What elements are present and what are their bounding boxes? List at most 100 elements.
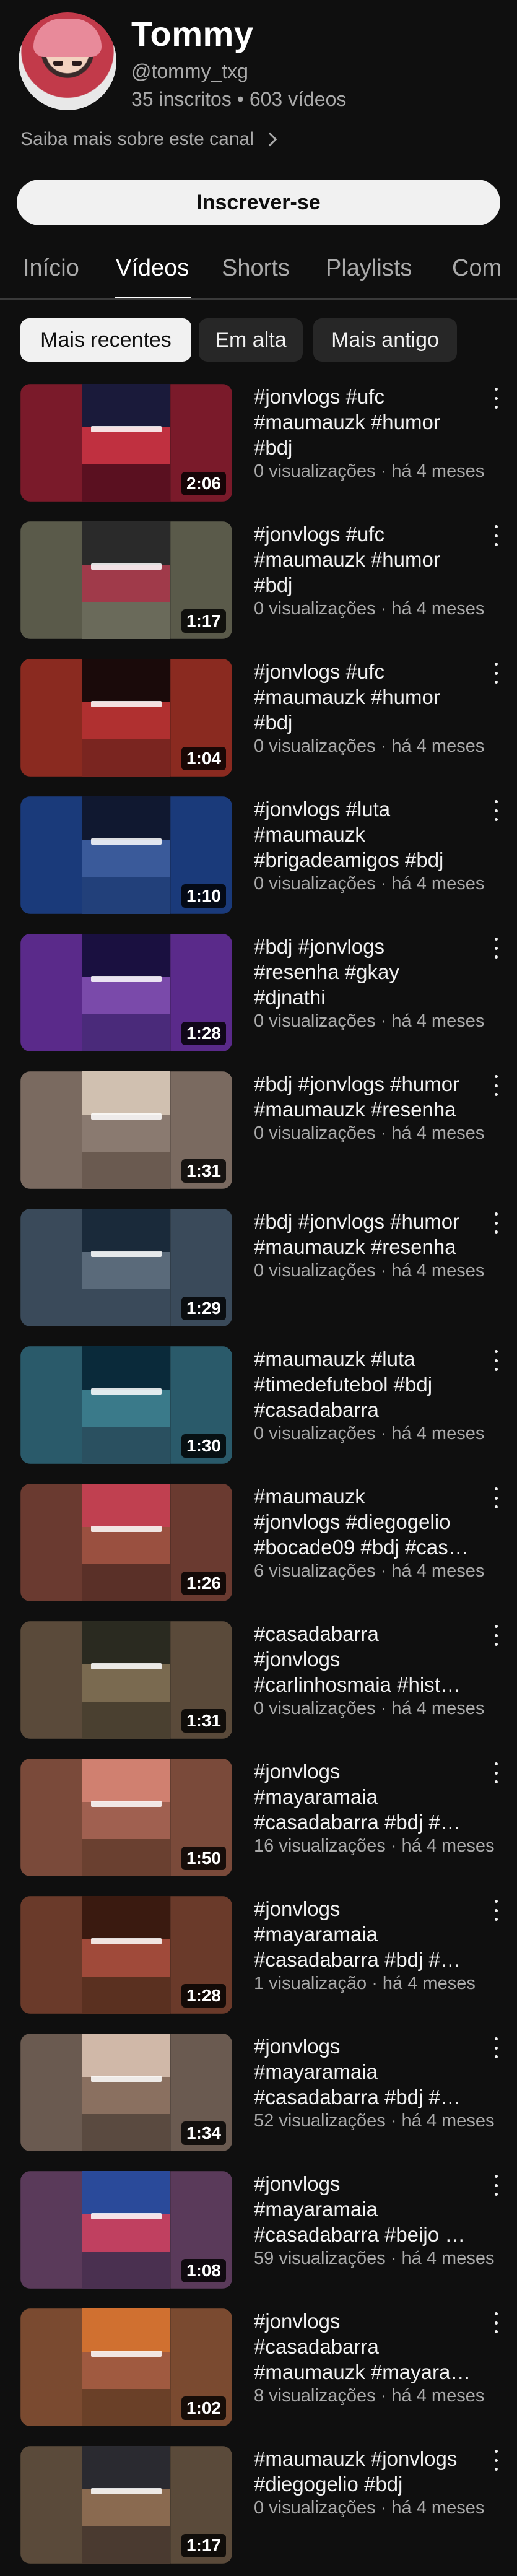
video-thumbnail[interactable]: 1:50	[20, 1759, 232, 1876]
video-meta: 52 visualizações · há 4 meses	[254, 2111, 495, 2131]
video-meta: 0 visualizações · há 4 meses	[254, 1261, 485, 1281]
video-title[interactable]: #bdj #jonvlogs #resenha #gkay #djnathi	[254, 934, 489, 1010]
video-thumbnail[interactable]: 1:28	[20, 934, 232, 1051]
video-duration: 1:28	[181, 1022, 226, 1045]
video-thumbnail[interactable]: 1:17	[20, 521, 232, 639]
video-thumbnail[interactable]: 1:31	[20, 1071, 232, 1189]
video-duration: 1:02	[181, 2396, 226, 2420]
video-title[interactable]: #bdj #jonvlogs #humor #maumauzk #resenha	[254, 1209, 489, 1260]
video-meta: 0 visualizações · há 4 meses	[254, 874, 485, 894]
video-item[interactable]: 1:30 #maumauzk #luta #timedefutebol #bdj …	[0, 1346, 517, 1464]
more-options-icon[interactable]	[493, 663, 499, 684]
more-options-icon[interactable]	[493, 388, 499, 409]
video-title[interactable]: #maumauzk #jonvlogs #diegogelio #bocade0…	[254, 1484, 489, 1560]
video-meta: 0 visualizações · há 4 meses	[254, 1011, 485, 1031]
video-item[interactable]: 1:08 #jonvlogs #mayaramaia #casadabarra #…	[0, 2171, 517, 2289]
about-channel-link[interactable]: Saiba mais sobre este canal	[20, 129, 277, 150]
more-options-icon[interactable]	[493, 1625, 499, 1646]
video-title[interactable]: #jonvlogs #luta #maumauzk #brigadeamigos…	[254, 796, 489, 872]
video-item[interactable]: 1:34 #jonvlogs #mayaramaia #casadabarra #…	[0, 2034, 517, 2151]
chip-mais-recentes[interactable]: Mais recentes	[20, 318, 191, 362]
more-options-icon[interactable]	[493, 1350, 499, 1371]
video-duration: 1:50	[181, 1847, 226, 1870]
video-title[interactable]: #jonvlogs #mayaramaia #casadabarra #bdj …	[254, 1896, 489, 1972]
channel-header: Tommy @tommy_txg 35 inscritos • 603 víde…	[0, 0, 517, 180]
video-thumbnail[interactable]: 2:06	[20, 384, 232, 502]
video-duration: 1:29	[181, 1297, 226, 1320]
video-title[interactable]: #maumauzk #luta #timedefutebol #bdj #cas…	[254, 1346, 489, 1422]
video-item[interactable]: 1:31 #bdj #jonvlogs #humor #maumauzk #res…	[0, 1071, 517, 1189]
video-thumbnail[interactable]: 1:34	[20, 2034, 232, 2151]
video-thumbnail[interactable]: 1:17	[20, 2446, 232, 2564]
tab-videos[interactable]: Vídeos	[116, 255, 189, 282]
video-meta: 8 visualizações · há 4 meses	[254, 2386, 485, 2406]
video-item[interactable]: 1:31 #casadabarra #jonvlogs #carlinhosmai…	[0, 1621, 517, 1739]
video-duration: 1:31	[181, 1159, 226, 1183]
more-options-icon[interactable]	[493, 1075, 499, 1096]
video-item[interactable]: 1:28 #jonvlogs #mayaramaia #casadabarra #…	[0, 1896, 517, 2014]
chip-mais-antigo[interactable]: Mais antigo	[313, 318, 457, 362]
more-options-icon[interactable]	[493, 2175, 499, 2196]
subscribe-button[interactable]: Inscrever-se	[17, 180, 500, 225]
video-title[interactable]: #jonvlogs #casadabarra #maumauzk #mayara…	[254, 2308, 489, 2385]
video-title[interactable]: #casadabarra #jonvlogs #carlinhosmaia #h…	[254, 1621, 489, 1697]
video-duration: 1:08	[181, 2259, 226, 2282]
chip-em-alta[interactable]: Em alta	[199, 318, 303, 362]
more-options-icon[interactable]	[493, 525, 499, 546]
more-options-icon[interactable]	[493, 1487, 499, 1508]
video-title[interactable]: #jonvlogs #ufc #maumauzk #humor #bdj	[254, 659, 489, 735]
video-item[interactable]: 1:17 #maumauzk #jonvlogs #diegogelio #bdj…	[0, 2446, 517, 2564]
video-item[interactable]: 1:28 #bdj #jonvlogs #resenha #gkay #djnat…	[0, 934, 517, 1051]
video-title[interactable]: #jonvlogs #ufc #maumauzk #humor #bdj	[254, 384, 489, 460]
video-title[interactable]: #jonvlogs #mayaramaia #casadabarra #beij…	[254, 2171, 489, 2247]
video-item[interactable]: 1:02 #jonvlogs #casadabarra #maumauzk #ma…	[0, 2308, 517, 2426]
video-duration: 1:34	[181, 2121, 226, 2145]
video-meta: 0 visualizações · há 4 meses	[254, 1699, 485, 1718]
video-item[interactable]: 1:10 #jonvlogs #luta #maumauzk #brigadeam…	[0, 796, 517, 914]
video-thumbnail[interactable]: 1:31	[20, 1621, 232, 1739]
more-options-icon[interactable]	[493, 938, 499, 959]
video-thumbnail[interactable]: 1:26	[20, 1484, 232, 1601]
video-meta: 6 visualizações · há 4 meses	[254, 1561, 485, 1581]
more-options-icon[interactable]	[493, 1212, 499, 1234]
video-title[interactable]: #jonvlogs #ufc #maumauzk #humor #bdj	[254, 521, 489, 598]
more-options-icon[interactable]	[493, 1900, 499, 1921]
video-thumbnail[interactable]: 1:04	[20, 659, 232, 777]
video-title[interactable]: #bdj #jonvlogs #humor #maumauzk #resenha	[254, 1071, 489, 1122]
video-duration: 1:28	[181, 1984, 226, 2008]
tab-shorts[interactable]: Shorts	[222, 255, 290, 282]
video-title[interactable]: #jonvlogs #mayaramaia #casadabarra #bdj …	[254, 2034, 489, 2110]
video-thumbnail[interactable]: 1:08	[20, 2171, 232, 2289]
video-item[interactable]: 1:50 #jonvlogs #mayaramaia #casadabarra #…	[0, 1759, 517, 1876]
more-options-icon[interactable]	[493, 2037, 499, 2058]
more-options-icon[interactable]	[493, 2450, 499, 2471]
video-thumbnail[interactable]: 1:30	[20, 1346, 232, 1464]
video-item[interactable]: 1:04 #jonvlogs #ufc #maumauzk #humor #bdj…	[0, 659, 517, 777]
channel-avatar[interactable]	[19, 12, 116, 110]
video-thumbnail[interactable]: 1:02	[20, 2308, 232, 2426]
sort-chips: Mais recentes Em alta Mais antigo	[0, 318, 517, 364]
more-options-icon[interactable]	[493, 2312, 499, 2333]
channel-stats: 35 inscritos • 603 vídeos	[131, 88, 347, 110]
chevron-right-icon	[263, 132, 277, 147]
video-item[interactable]: 2:06 #jonvlogs #ufc #maumauzk #humor #bdj…	[0, 384, 517, 502]
tab-playlists[interactable]: Playlists	[326, 255, 412, 282]
video-title[interactable]: #jonvlogs #mayaramaia #casadabarra #bdj …	[254, 1759, 489, 1835]
more-options-icon[interactable]	[493, 1762, 499, 1783]
video-thumbnail[interactable]: 1:10	[20, 796, 232, 914]
video-meta: 0 visualizações · há 4 meses	[254, 461, 485, 481]
tab-inicio[interactable]: Início	[23, 255, 79, 282]
tab-community[interactable]: Com	[452, 255, 502, 282]
video-thumbnail[interactable]: 1:29	[20, 1209, 232, 1326]
video-thumbnail[interactable]: 1:28	[20, 1896, 232, 2014]
more-options-icon[interactable]	[493, 800, 499, 821]
video-duration: 1:30	[181, 1434, 226, 1458]
video-duration: 1:10	[181, 884, 226, 908]
video-item[interactable]: 1:29 #bdj #jonvlogs #humor #maumauzk #res…	[0, 1209, 517, 1326]
video-item[interactable]: 1:26 #maumauzk #jonvlogs #diegogelio #boc…	[0, 1484, 517, 1601]
video-meta: 0 visualizações · há 4 meses	[254, 599, 485, 619]
video-meta: 0 visualizações · há 4 meses	[254, 2498, 485, 2518]
video-title[interactable]: #maumauzk #jonvlogs #diegogelio #bdj	[254, 2446, 489, 2497]
video-item[interactable]: 1:17 #jonvlogs #ufc #maumauzk #humor #bdj…	[0, 521, 517, 639]
video-meta: 1 visualização · há 4 meses	[254, 1973, 476, 1993]
